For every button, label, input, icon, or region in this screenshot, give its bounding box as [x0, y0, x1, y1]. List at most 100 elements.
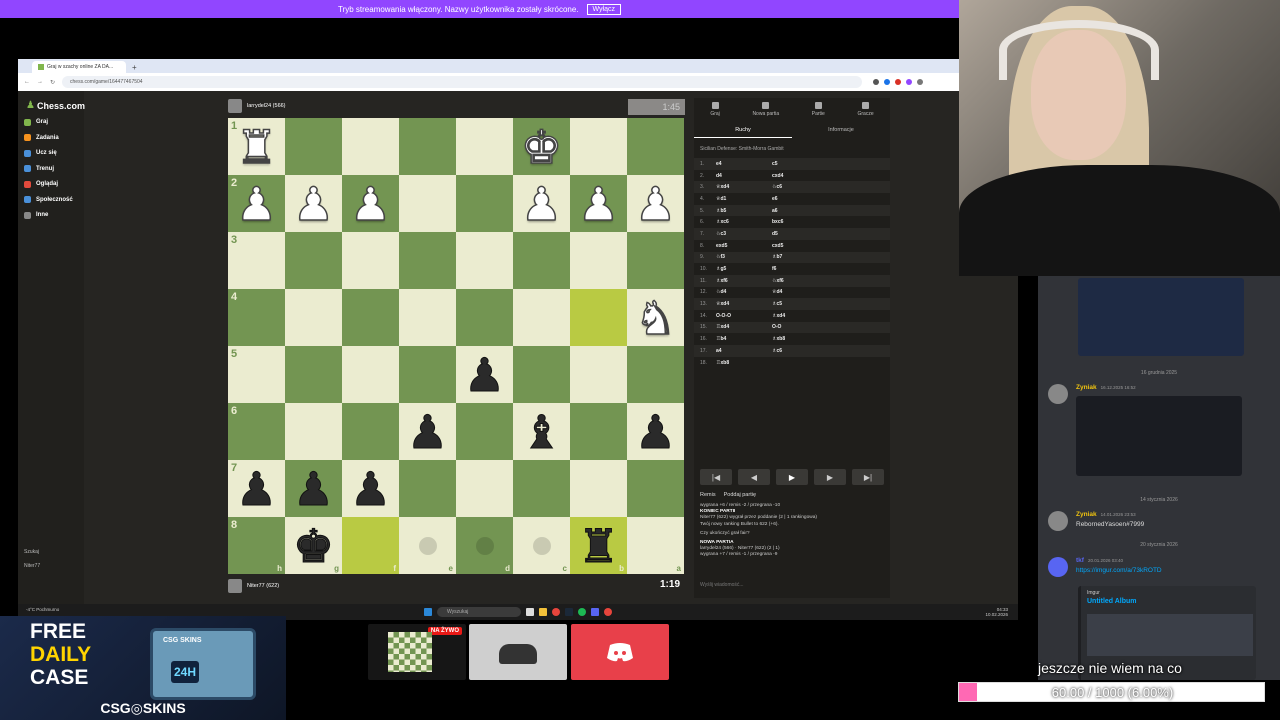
black-move[interactable]: d5 — [772, 231, 858, 237]
chess-piece-icon[interactable]: ♚ — [520, 123, 563, 171]
profile-icon[interactable] — [917, 79, 924, 85]
board-square[interactable] — [513, 346, 570, 403]
reload-icon[interactable]: ↻ — [50, 79, 55, 86]
black-move[interactable]: ♘c6 — [772, 184, 858, 190]
extension-icon[interactable] — [873, 79, 880, 85]
avatar[interactable] — [228, 579, 242, 593]
white-move[interactable]: ♗xc6 — [716, 219, 772, 225]
white-move[interactable]: ♘f3 — [716, 254, 772, 260]
black-move[interactable]: cxd5 — [772, 243, 858, 249]
move-hint-dot[interactable] — [418, 536, 437, 555]
black-move[interactable]: e6 — [772, 196, 858, 202]
board-square[interactable]: e — [399, 517, 456, 574]
chat-input[interactable]: Wyślij wiadomość... — [700, 582, 886, 588]
black-move[interactable]: O-O — [772, 324, 858, 330]
board-square[interactable] — [456, 118, 513, 175]
black-move[interactable]: ♗xb8 — [772, 336, 858, 342]
board-square[interactable]: a — [627, 517, 684, 574]
board-square[interactable]: 2 ♟ — [228, 175, 285, 232]
scene-thumbnail-car[interactable] — [469, 624, 567, 680]
black-move[interactable]: ♗c6 — [772, 348, 858, 354]
board-square[interactable]: ♞ — [627, 289, 684, 346]
steam-icon[interactable] — [565, 608, 573, 616]
board-square[interactable] — [285, 118, 342, 175]
chess-piece-icon[interactable]: ♟ — [235, 465, 277, 512]
board-square[interactable] — [513, 232, 570, 289]
sidebar-search[interactable]: Szukaj — [24, 549, 40, 555]
start-icon[interactable] — [424, 608, 432, 616]
play-button[interactable]: ▶ — [776, 469, 808, 485]
black-move[interactable]: ♕d4 — [772, 289, 858, 295]
white-move[interactable]: ♖b4 — [716, 336, 772, 342]
embed-image[interactable] — [1087, 614, 1253, 656]
last-move-button[interactable]: ▶| — [852, 469, 884, 485]
white-move[interactable]: ♖xd4 — [716, 324, 772, 330]
board-square[interactable]: 8h — [228, 517, 285, 574]
chess-piece-icon[interactable]: ♝ — [520, 408, 562, 455]
black-move[interactable]: c5 — [772, 161, 858, 167]
url-input[interactable]: chess.com/game/164477467504 — [62, 76, 863, 88]
white-move[interactable]: ♘c3 — [716, 231, 772, 237]
obs-icon[interactable] — [604, 608, 612, 616]
board-square[interactable]: d — [456, 517, 513, 574]
board-square[interactable]: 1 ♜ — [228, 118, 285, 175]
board-square[interactable]: ♟ — [342, 460, 399, 517]
white-move[interactable]: ♖xb8 — [716, 360, 772, 366]
message-link[interactable]: https://imgur.com/a/73kROTD — [1076, 567, 1162, 574]
board-square[interactable] — [342, 232, 399, 289]
message-author[interactable]: Zyniak 16.12.2025 16:52 — [1076, 384, 1136, 391]
opening-name[interactable]: Sicilian Defense: Smith-Morra Gambit — [700, 146, 784, 152]
back-icon[interactable]: ← — [24, 79, 30, 85]
shared-image[interactable] — [1078, 278, 1244, 356]
sidebar-item[interactable]: Ucz się — [24, 146, 82, 160]
move-hint-dot[interactable] — [475, 536, 494, 555]
tab-games[interactable]: Partie — [812, 101, 825, 117]
board-square[interactable]: ♝ — [513, 403, 570, 460]
avatar[interactable] — [1048, 384, 1068, 404]
browser-tab[interactable]: Graj w szachy online ZA DA... — [32, 61, 126, 73]
chess-logo[interactable]: ♟ Chess.com — [26, 100, 85, 111]
board-square[interactable]: ♟ — [627, 403, 684, 460]
board-square[interactable] — [570, 346, 627, 403]
board-square[interactable] — [570, 118, 627, 175]
white-move[interactable]: a4 — [716, 348, 772, 354]
chess-piece-icon[interactable]: ♟ — [577, 180, 620, 228]
black-move[interactable]: a6 — [772, 208, 858, 214]
board-square[interactable] — [342, 118, 399, 175]
board-square[interactable]: ♟ — [342, 175, 399, 232]
board-square[interactable] — [570, 460, 627, 517]
white-move[interactable]: ♕xd4 — [716, 184, 772, 190]
board-square[interactable]: 3 — [228, 232, 285, 289]
sidebar-item[interactable]: Społeczność — [24, 193, 82, 207]
weather-widget[interactable]: -4°C Pochmurno — [26, 607, 59, 612]
avatar[interactable] — [1048, 557, 1068, 577]
black-move[interactable]: f6 — [772, 266, 858, 272]
white-move[interactable]: O-O-O — [716, 313, 772, 319]
board-square[interactable] — [342, 346, 399, 403]
board-square[interactable] — [456, 175, 513, 232]
tab-players[interactable]: Gracze — [858, 101, 874, 117]
task-view-icon[interactable] — [526, 608, 534, 616]
board-square[interactable] — [456, 232, 513, 289]
board-square[interactable] — [285, 232, 342, 289]
chess-piece-icon[interactable]: ♜ — [577, 522, 619, 569]
board-square[interactable]: ♚ — [513, 118, 570, 175]
board-square[interactable]: ♟ — [627, 175, 684, 232]
chess-piece-icon[interactable]: ♟ — [349, 465, 391, 512]
white-move[interactable]: ♗xf6 — [716, 278, 772, 284]
chess-piece-icon[interactable]: ♟ — [349, 180, 392, 228]
extension-icon[interactable] — [906, 79, 913, 85]
chess-piece-icon[interactable]: ♞ — [634, 294, 677, 342]
subtab-info[interactable]: Informacje — [792, 124, 890, 138]
white-move[interactable]: d4 — [716, 173, 772, 179]
sidebar-item[interactable]: Inne — [24, 208, 82, 222]
white-move[interactable]: ♘d4 — [716, 289, 772, 295]
new-tab-button[interactable]: + — [132, 63, 137, 72]
sidebar-item[interactable]: Trenuj — [24, 162, 82, 176]
board-square[interactable]: ♟ — [285, 460, 342, 517]
extension-icon[interactable] — [884, 79, 891, 85]
board-square[interactable] — [627, 460, 684, 517]
sidebar-item[interactable]: Zadania — [24, 131, 82, 145]
chess-piece-icon[interactable]: ♟ — [406, 408, 448, 455]
sidebar-user[interactable]: Niter77 — [24, 563, 40, 569]
